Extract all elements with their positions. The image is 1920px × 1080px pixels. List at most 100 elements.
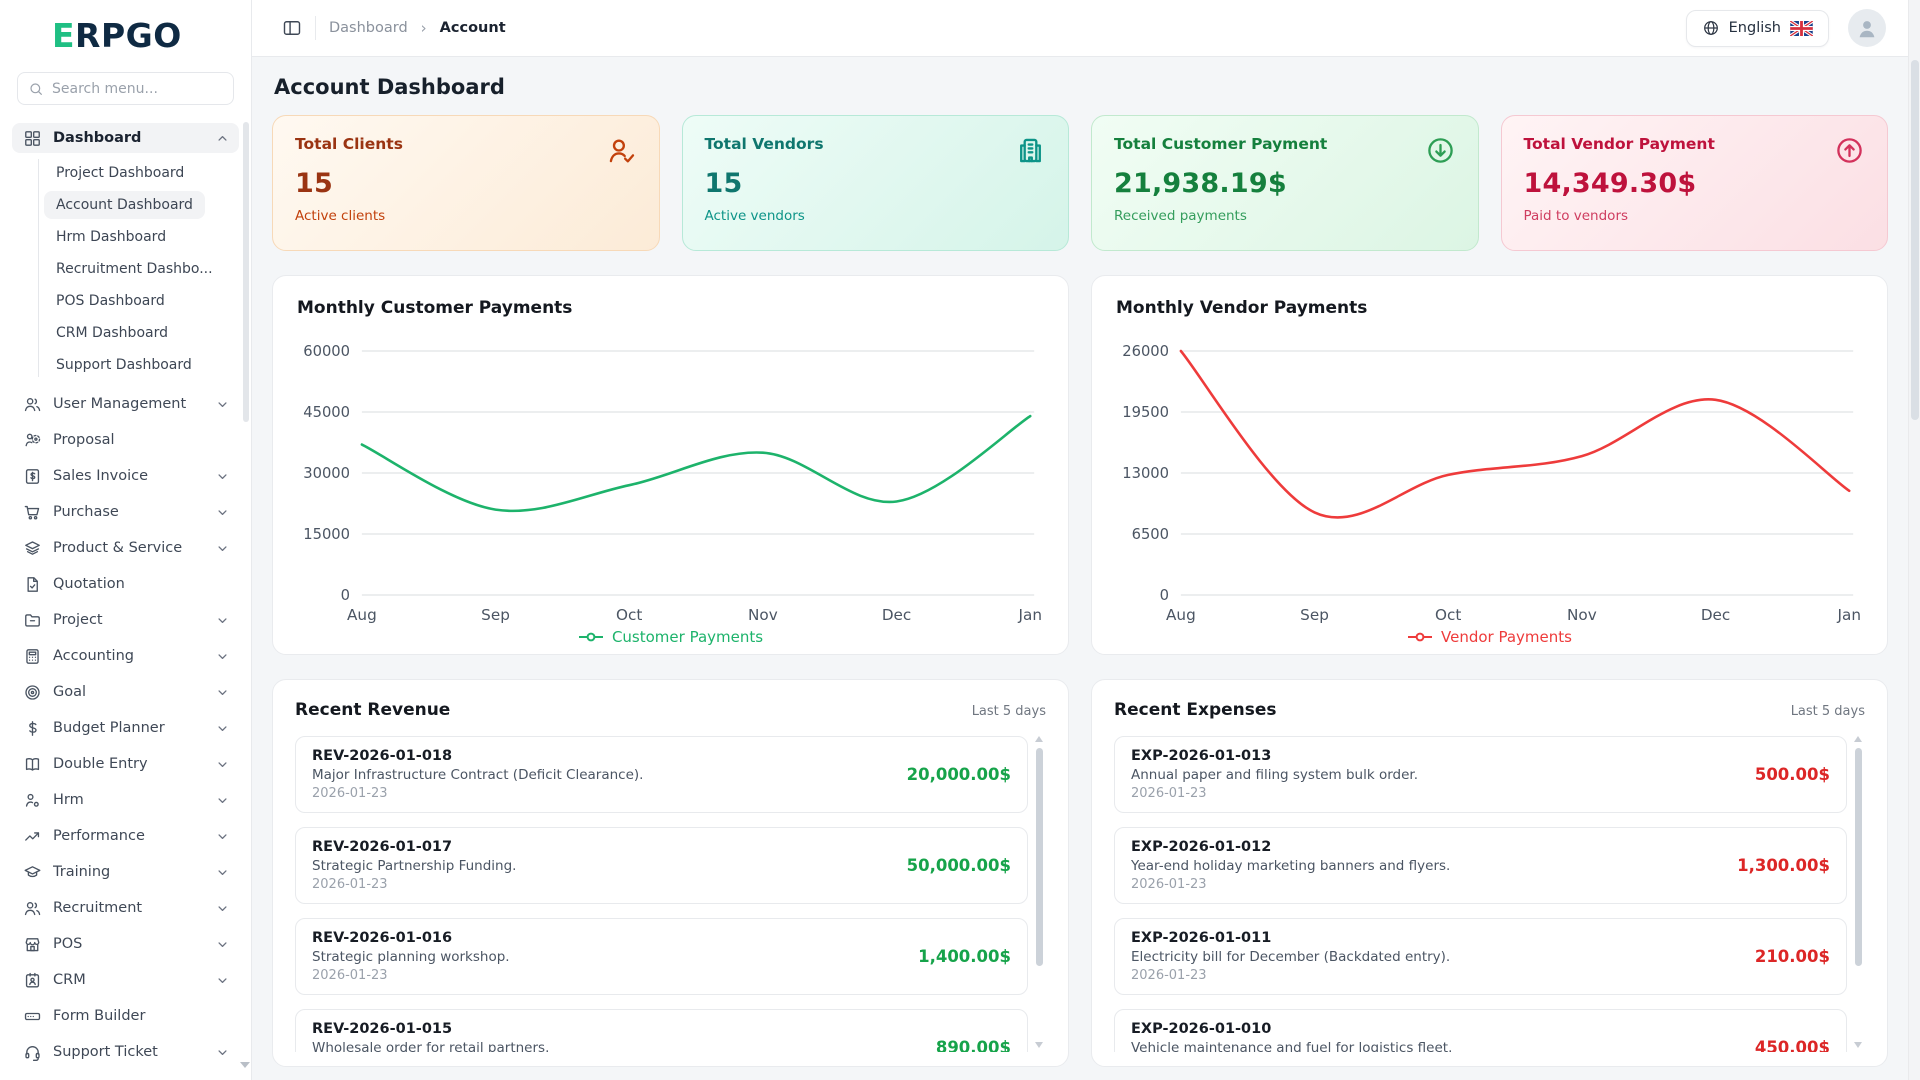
breadcrumb-dashboard[interactable]: Dashboard <box>329 20 408 36</box>
user-check-icon <box>606 135 637 166</box>
list-item-rev-2026-01-017: REV-2026-01-017Strategic Partnership Fun… <box>295 827 1028 904</box>
list-scrollbar[interactable] <box>1035 736 1044 1052</box>
sidebar-item-proposal[interactable]: Proposal <box>12 425 239 455</box>
sidebar-scrollbar-thumb[interactable] <box>243 122 249 422</box>
svg-text:Oct: Oct <box>616 606 642 624</box>
chevron-down-icon <box>215 1045 230 1060</box>
svg-text:30000: 30000 <box>303 464 350 482</box>
brand-logo[interactable]: ERPGO <box>12 0 239 60</box>
sidebar-item-accounting[interactable]: Accounting <box>12 641 239 671</box>
list-card-recent-expenses: Recent ExpensesLast 5 daysEXP-2026-01-01… <box>1091 679 1888 1067</box>
list-item-exp-2026-01-010: EXP-2026-01-010Vehicle maintenance and f… <box>1114 1009 1847 1052</box>
stat-value: 21,938.19$ <box>1114 168 1456 199</box>
sidebar-item-crm[interactable]: CRM <box>12 965 239 995</box>
graduation-icon <box>23 863 42 882</box>
sidebar-item-sales-invoice[interactable]: Sales Invoice <box>12 461 239 491</box>
search-icon <box>28 81 44 97</box>
sidebar-toggle-icon[interactable] <box>282 18 302 38</box>
item-description: Wholesale order for retail partners. <box>312 1040 549 1053</box>
sidebar-subitem-recruitment-dashbo[interactable]: Recruitment Dashbo... <box>44 255 225 283</box>
lists-row: Recent RevenueLast 5 daysREV-2026-01-018… <box>272 679 1888 1067</box>
svg-text:15000: 15000 <box>303 525 350 543</box>
chevron-down-icon <box>215 649 230 664</box>
list-item-rev-2026-01-018: REV-2026-01-018Major Infrastructure Cont… <box>295 736 1028 813</box>
sidebar-item-quotation[interactable]: Quotation <box>12 569 239 599</box>
svg-text:Sep: Sep <box>481 606 510 624</box>
stat-subtitle: Paid to vendors <box>1524 208 1866 224</box>
list-scrollbar-thumb[interactable] <box>1855 748 1862 966</box>
user-avatar[interactable] <box>1848 9 1886 47</box>
item-ref: EXP-2026-01-013 <box>1131 748 1418 764</box>
sidebar-subitem-support-dashboard[interactable]: Support Dashboard <box>44 351 204 379</box>
chevron-down-icon <box>215 469 230 484</box>
chart-legend[interactable]: Customer Payments <box>297 628 1044 646</box>
topbar: Dashboard › Account English <box>252 0 1908 57</box>
language-selector[interactable]: English <box>1686 10 1829 47</box>
sidebar-item-support-ticket[interactable]: Support Ticket <box>12 1037 239 1067</box>
list-scrollbar-thumb[interactable] <box>1036 748 1043 966</box>
sidebar-item-goal[interactable]: Goal <box>12 677 239 707</box>
sidebar-item-double-entry[interactable]: Double Entry <box>12 749 239 779</box>
circle-arrow-down-icon <box>1425 135 1456 166</box>
sidebar-item-user-management[interactable]: User Management <box>12 389 239 419</box>
chevron-down-icon <box>215 721 230 736</box>
list-item-rev-2026-01-016: REV-2026-01-016Strategic planning worksh… <box>295 918 1028 995</box>
page-scrollbar-thumb[interactable] <box>1911 60 1919 420</box>
sidebar-item-recruitment[interactable]: Recruitment <box>12 893 239 923</box>
sidebar-item-performance[interactable]: Performance <box>12 821 239 851</box>
item-ref: REV-2026-01-015 <box>312 1021 549 1037</box>
scrollbar-up-arrow-icon[interactable] <box>1035 736 1043 742</box>
list-item-exp-2026-01-012: EXP-2026-01-012Year-end holiday marketin… <box>1114 827 1847 904</box>
scrollbar-up-arrow-icon[interactable] <box>1854 736 1862 742</box>
sidebar-menu: Dashboard Project Dashboard Account Dashbo… <box>12 123 239 1067</box>
chevron-down-icon <box>215 541 230 556</box>
item-description: Major Infrastructure Contract (Deficit C… <box>312 767 643 783</box>
store-icon <box>23 935 42 954</box>
sidebar-item-pos[interactable]: POS <box>12 929 239 959</box>
search-input[interactable] <box>52 81 223 97</box>
users-icon <box>23 899 42 918</box>
item-description: Electricity bill for December (Backdated… <box>1131 949 1450 965</box>
scrollbar-down-arrow-icon[interactable] <box>1035 1042 1043 1048</box>
page-scrollbar[interactable] <box>1908 0 1920 1080</box>
sidebar-item-form-builder[interactable]: Form Builder <box>12 1001 239 1031</box>
sidebar-scrollbar-down-arrow-icon[interactable] <box>240 1062 250 1068</box>
svg-text:19500: 19500 <box>1122 403 1169 421</box>
chevron-down-icon <box>215 397 230 412</box>
list-scrollbar[interactable] <box>1854 736 1863 1052</box>
sidebar-item-budget-planner[interactable]: Budget Planner <box>12 713 239 743</box>
item-date: 2026-01-23 <box>312 786 643 802</box>
file-check-icon <box>23 575 42 594</box>
dollar-icon <box>23 719 42 738</box>
item-date: 2026-01-23 <box>1131 968 1450 984</box>
item-description: Strategic planning workshop. <box>312 949 510 965</box>
cart-icon <box>23 503 42 522</box>
svg-text:Nov: Nov <box>748 606 778 624</box>
sidebar-item-project[interactable]: Project <box>12 605 239 635</box>
stats-row: Total Clients15Active clientsTotal Vendo… <box>272 115 1888 251</box>
brand-logo-accent: E <box>52 16 75 55</box>
sidebar-item-hrm[interactable]: Hrm <box>12 785 239 815</box>
sidebar-item-label: CRM <box>53 972 204 988</box>
sidebar-subitem-crm-dashboard[interactable]: CRM Dashboard <box>44 319 180 347</box>
chart-card-monthly-vendor-payments: Monthly Vendor Payments26000195001300065… <box>1091 275 1888 655</box>
chevron-down-icon <box>215 757 230 772</box>
sidebar-item-product-service[interactable]: Product & Service <box>12 533 239 563</box>
content: Account Dashboard Total Clients15Active … <box>252 57 1908 1080</box>
brand-logo-rest: RPGO <box>75 16 182 55</box>
sidebar-item-training[interactable]: Training <box>12 857 239 887</box>
item-amount: 50,000.00$ <box>893 856 1011 875</box>
sidebar-subitem-hrm-dashboard[interactable]: Hrm Dashboard <box>44 223 178 251</box>
sidebar-search[interactable] <box>17 72 234 105</box>
sidebar-item-dashboard[interactable]: Dashboard <box>12 123 239 153</box>
sidebar-subitem-account-dashboard[interactable]: Account Dashboard <box>44 191 205 219</box>
line-chart-customer-payments: 600004500030000150000AugSepOctNovDecJan <box>297 338 1044 628</box>
sidebar-item-purchase[interactable]: Purchase <box>12 497 239 527</box>
item-date: 2026-01-23 <box>1131 786 1418 802</box>
sidebar-item-label: Goal <box>53 684 204 700</box>
item-date: 2026-01-23 <box>312 877 516 893</box>
chart-legend[interactable]: Vendor Payments <box>1116 628 1863 646</box>
sidebar-subitem-pos-dashboard[interactable]: POS Dashboard <box>44 287 177 315</box>
sidebar-subitem-project-dashboard[interactable]: Project Dashboard <box>44 159 196 187</box>
scrollbar-down-arrow-icon[interactable] <box>1854 1042 1862 1048</box>
